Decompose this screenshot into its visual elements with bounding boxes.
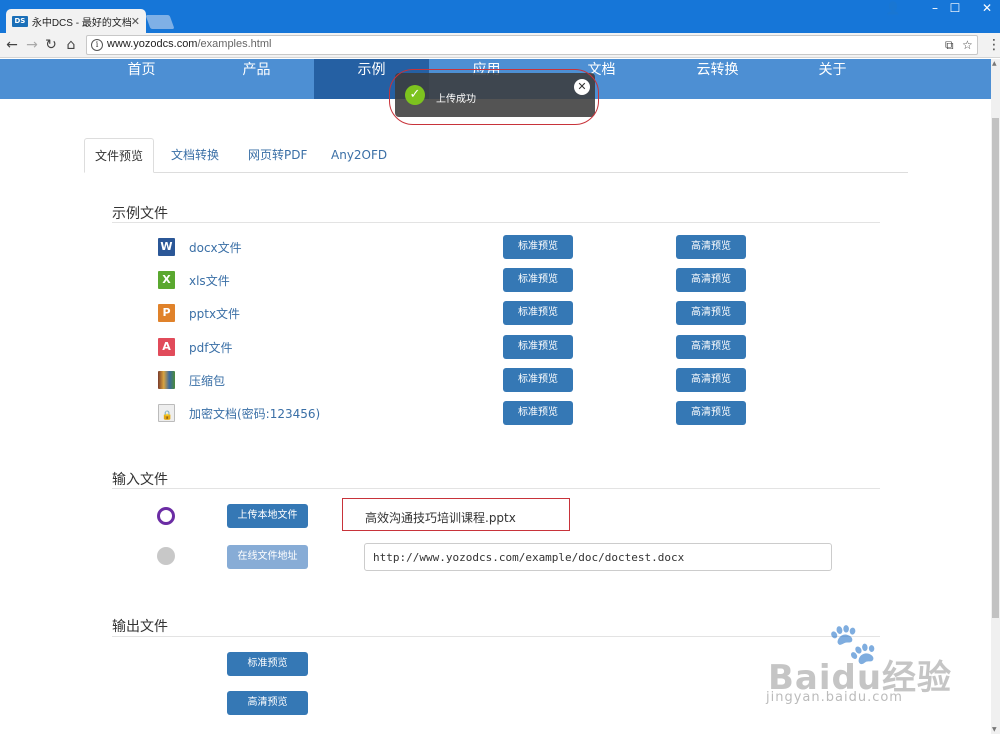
output-standard-preview-button[interactable]: 标准预览 [227, 652, 308, 676]
site-favicon: DS [12, 15, 28, 27]
sample-file-row: W docx文件 [158, 236, 758, 259]
sample-file-row: X xls文件 [158, 269, 758, 292]
hd-preview-button[interactable]: 高清预览 [676, 301, 746, 325]
address-bar[interactable]: i www.yozodcs.com/examples.html ⧉ ☆ [86, 35, 978, 55]
word-icon: W [158, 238, 175, 256]
baidu-jingyan-watermark: 🐾 Baidu经验 jingyan.baidu.com [748, 618, 968, 718]
online-url-input[interactable] [364, 543, 832, 571]
browser-titlebar: DS 永中DCS - 最好的文档在 ✕ 👤 – ☐ ✕ [0, 0, 1000, 33]
bookmark-star-icon[interactable]: ☆ [962, 38, 973, 52]
sample-files-title: 示例文件 [112, 206, 168, 222]
uploaded-file-box: 高效沟通技巧培训课程.pptx [342, 498, 570, 531]
uploaded-file-name: 高效沟通技巧培训课程.pptx [365, 511, 516, 525]
hd-preview-button[interactable]: 高清预览 [676, 368, 746, 392]
home-icon[interactable]: ⌂ [62, 36, 80, 54]
sample-file-name[interactable]: pptx文件 [189, 305, 240, 322]
pdf-icon: A [158, 338, 175, 356]
upload-local-button[interactable]: 上传本地文件 [227, 504, 308, 528]
hd-preview-button[interactable]: 高清预览 [676, 335, 746, 359]
tab-web-to-pdf[interactable]: 网页转PDF [238, 138, 317, 173]
page-scrollbar[interactable]: ▲ ▼ [991, 59, 1000, 734]
browser-toolbar: ← → ↻ ⌂ i www.yozodcs.com/examples.html … [0, 33, 1000, 58]
scroll-down-icon[interactable]: ▼ [992, 726, 997, 733]
reload-icon[interactable]: ↻ [42, 36, 60, 54]
nav-item-about[interactable]: 关于 [775, 59, 890, 99]
standard-preview-button[interactable]: 标准预览 [503, 268, 573, 292]
hd-preview-button[interactable]: 高清预览 [676, 401, 746, 425]
browser-menu-icon[interactable]: ⋮ [987, 37, 1000, 53]
user-icon[interactable]: 👤 [876, 0, 910, 16]
output-hd-preview-button[interactable]: 高清预览 [227, 691, 308, 715]
hd-preview-button[interactable]: 高清预览 [676, 235, 746, 259]
nav-item-products[interactable]: 产品 [199, 59, 314, 99]
sample-file-row: P pptx文件 [158, 302, 758, 325]
tab-doc-convert[interactable]: 文档转换 [161, 138, 229, 173]
nav-item-home[interactable]: 首页 [84, 59, 199, 99]
scrollbar-thumb[interactable] [992, 118, 999, 618]
watermark-url: jingyan.baidu.com [766, 690, 903, 705]
hd-preview-button[interactable]: 高清预览 [676, 268, 746, 292]
back-icon[interactable]: ← [3, 36, 21, 54]
divider [112, 488, 880, 489]
browser-tab[interactable]: DS 永中DCS - 最好的文档在 ✕ [6, 9, 146, 33]
forward-icon[interactable]: → [23, 36, 41, 54]
powerpoint-icon: P [158, 304, 175, 322]
standard-preview-button[interactable]: 标准预览 [503, 301, 573, 325]
sample-file-name[interactable]: 加密文档(密码:123456) [189, 405, 320, 422]
sample-file-name[interactable]: pdf文件 [189, 339, 232, 356]
standard-preview-button[interactable]: 标准预览 [503, 401, 573, 425]
scroll-up-icon[interactable]: ▲ [992, 60, 997, 67]
divider [112, 222, 880, 223]
sample-file-name[interactable]: 压缩包 [189, 372, 225, 389]
translate-icon[interactable]: ⧉ [945, 38, 954, 53]
standard-preview-button[interactable]: 标准预览 [503, 368, 573, 392]
input-files-title: 输入文件 [112, 472, 168, 488]
sample-file-name[interactable]: docx文件 [189, 239, 242, 256]
tab-any2ofd[interactable]: Any2OFD [321, 138, 397, 173]
site-info-icon[interactable]: i [91, 39, 103, 51]
sample-file-row: 🔒 加密文档(密码:123456) [158, 402, 758, 425]
online-url-button[interactable]: 在线文件地址 [227, 545, 308, 569]
tab-file-preview[interactable]: 文件预览 [84, 138, 155, 173]
sample-file-row: 压缩包 [158, 369, 758, 392]
nav-item-cloud[interactable]: 云转换 [660, 59, 775, 99]
close-window-icon[interactable]: ✕ [970, 0, 1000, 16]
url-text[interactable]: www.yozodcs.com/examples.html [107, 38, 271, 50]
excel-icon: X [158, 271, 175, 289]
maximize-icon[interactable]: ☐ [938, 0, 972, 16]
online-url-radio[interactable] [157, 547, 175, 565]
standard-preview-button[interactable]: 标准预览 [503, 235, 573, 259]
upload-local-radio[interactable] [157, 507, 175, 525]
function-tabs: 文件预览 文档转换 网页转PDF Any2OFD [84, 138, 908, 173]
tab-title: 永中DCS - 最好的文档在 [31, 17, 131, 29]
encrypted-doc-icon: 🔒 [158, 404, 175, 422]
standard-preview-button[interactable]: 标准预览 [503, 335, 573, 359]
archive-icon [158, 371, 175, 389]
new-tab-button[interactable] [145, 15, 175, 29]
output-files-title: 输出文件 [112, 619, 168, 635]
sample-file-name[interactable]: xls文件 [189, 272, 230, 289]
close-tab-icon[interactable]: ✕ [131, 15, 140, 28]
sample-file-row: A pdf文件 [158, 336, 758, 359]
toast-highlight [389, 69, 599, 125]
